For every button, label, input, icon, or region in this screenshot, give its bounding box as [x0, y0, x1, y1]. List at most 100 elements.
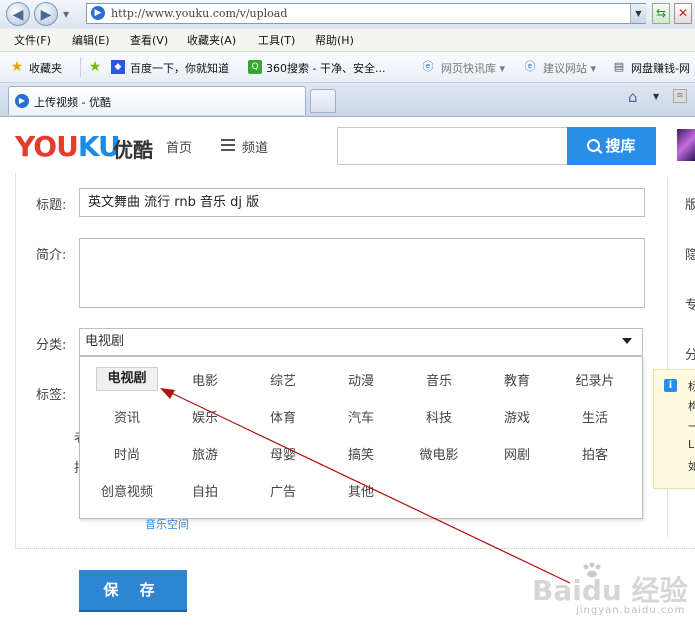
tab-bar: ▶ 上传视频 - 优酷 ⌂ ▼ ≋ — [0, 83, 695, 117]
search-icon — [587, 139, 601, 152]
category-option[interactable]: 音乐 — [404, 370, 474, 389]
search-input[interactable] — [337, 127, 567, 165]
save-button[interactable]: 保 存 — [79, 570, 187, 610]
add-favorite-icon[interactable]: ★ — [88, 60, 102, 74]
address-toolbar: ◀ ▶ ▼ ▶ http://www.youku.com/v/upload ▼ … — [0, 0, 695, 28]
menu-edit[interactable]: 编辑(E) — [72, 32, 110, 48]
youku-favicon-icon: ▶ — [91, 6, 105, 20]
back-button[interactable]: ◀ — [6, 2, 30, 26]
category-option[interactable]: 教育 — [482, 370, 552, 389]
logo-chinese: 优酷 — [113, 138, 153, 162]
category-option[interactable]: 生活 — [560, 407, 630, 426]
tab-upload-video[interactable]: ▶ 上传视频 - 优酷 — [8, 86, 306, 115]
baidu-paw-icon: ◆ — [111, 60, 125, 74]
360-search-icon: Q — [248, 60, 262, 74]
category-option[interactable]: 广告 — [248, 481, 318, 500]
youku-tab-icon: ▶ — [15, 94, 29, 108]
browser-chrome: ◀ ▶ ▼ ▶ http://www.youku.com/v/upload ▼ … — [0, 0, 695, 117]
logo-you: YOU — [15, 130, 79, 163]
web-slice-icon: ⓔ — [422, 60, 434, 73]
favorites-button[interactable]: 收藏夹 — [29, 60, 62, 76]
category-option[interactable]: 科技 — [404, 407, 474, 426]
divider — [80, 57, 81, 77]
new-tab-button[interactable] — [310, 89, 336, 113]
tip-line: L — [688, 438, 695, 451]
favorite-360[interactable]: 360搜索 - 干净、安全... — [266, 60, 385, 76]
category-option[interactable]: 搞笑 — [326, 444, 396, 463]
description-label: 简介: — [36, 248, 67, 263]
dotted-divider — [17, 548, 695, 549]
info-tip-box: i 标 构 一 L 如 — [653, 369, 695, 489]
category-option[interactable]: 体育 — [248, 407, 318, 426]
youku-upload-page: YOUKU 优酷 首页 频道 搜库 标题: 英文舞曲 流行 rnb 音乐 dj … — [0, 117, 695, 641]
promo-image[interactable] — [677, 129, 695, 161]
category-select[interactable]: 电视剧 — [79, 328, 643, 356]
side-label: 隐 — [685, 248, 695, 263]
tags-label: 标签: — [36, 388, 67, 403]
home-icon[interactable]: ⌂ — [628, 88, 638, 106]
menu-file[interactable]: 文件(F) — [14, 32, 51, 48]
tip-line: 一 — [688, 420, 695, 433]
home-dropdown-icon[interactable]: ▼ — [653, 92, 659, 101]
tip-line: 如 — [688, 460, 695, 473]
favorite-netdisk[interactable]: 网盘赚钱-网 — [631, 60, 690, 76]
category-option[interactable]: 动漫 — [326, 370, 396, 389]
info-icon: i — [664, 379, 677, 392]
refresh-button[interactable]: ⇆ — [652, 3, 670, 24]
favorite-baidu[interactable]: 百度一下，你就知道 — [130, 60, 229, 76]
category-option[interactable]: 母婴 — [248, 444, 318, 463]
menu-help[interactable]: 帮助(H) — [315, 32, 354, 48]
favorites-bar: ★ 收藏夹 ★ ◆ 百度一下，你就知道 Q 360搜索 - 干净、安全... ⓔ… — [0, 52, 695, 83]
stop-button[interactable]: ✕ — [674, 3, 692, 24]
history-dropdown-icon[interactable]: ▼ — [63, 10, 69, 19]
category-option[interactable]: 自拍 — [170, 481, 240, 500]
page-icon: ▤ — [613, 60, 625, 73]
category-option[interactable]: 综艺 — [248, 370, 318, 389]
nav-channel-link[interactable]: 频道 — [242, 137, 268, 156]
favorite-suggested[interactable]: 建议网站 ▾ — [543, 60, 596, 76]
category-option[interactable]: 网剧 — [482, 444, 552, 463]
side-label: 版 — [685, 198, 695, 213]
category-option[interactable]: 其他 — [326, 481, 396, 500]
side-label: 专 — [685, 298, 695, 313]
category-option[interactable]: 娱乐 — [170, 407, 240, 426]
menu-view[interactable]: 查看(V) — [130, 32, 168, 48]
category-option[interactable]: 汽车 — [326, 407, 396, 426]
title-input[interactable]: 英文舞曲 流行 rnb 音乐 dj 版 — [79, 188, 645, 217]
category-option[interactable]: 创意视频 — [92, 481, 162, 500]
category-option[interactable]: 电影 — [170, 370, 240, 389]
address-text: http://www.youku.com/v/upload — [111, 7, 288, 20]
search-button[interactable]: 搜库 — [567, 127, 656, 165]
nav-home-link[interactable]: 首页 — [166, 137, 192, 156]
category-option[interactable]: 时尚 — [92, 444, 162, 463]
tip-line: 标 — [688, 380, 695, 393]
hamburger-menu-icon[interactable] — [221, 139, 235, 151]
forward-button[interactable]: ▶ — [34, 2, 58, 26]
category-label: 分类: — [36, 338, 67, 353]
category-option[interactable]: 纪录片 — [560, 370, 630, 389]
tab-title: 上传视频 - 优酷 — [34, 96, 111, 109]
tip-line: 构 — [688, 400, 695, 413]
side-label: 分 — [685, 348, 695, 363]
address-dropdown-icon[interactable]: ▼ — [630, 4, 646, 23]
baidu-watermark: Baidu 经验 — [532, 574, 688, 607]
suggested-sites-icon: ⓔ — [524, 60, 536, 73]
menu-bar: 文件(F) 编辑(E) 查看(V) 收藏夹(A) 工具(T) 帮助(H) — [0, 29, 695, 52]
chevron-down-icon[interactable] — [622, 338, 632, 344]
category-option[interactable]: 拍客 — [560, 444, 630, 463]
category-option[interactable]: 旅游 — [170, 444, 240, 463]
menu-tools[interactable]: 工具(T) — [258, 32, 295, 48]
favorite-webslice[interactable]: 网页快讯库 ▾ — [441, 60, 505, 76]
category-option[interactable]: 资讯 — [92, 407, 162, 426]
description-textarea[interactable] — [79, 238, 645, 308]
baidu-watermark-url: jingyan.baidu.com — [576, 605, 686, 616]
youku-logo[interactable]: YOUKU — [15, 130, 121, 163]
menu-favorites[interactable]: 收藏夹(A) — [187, 32, 236, 48]
category-option-selected[interactable]: 电视剧 — [96, 367, 158, 391]
category-option[interactable]: 微电影 — [404, 444, 474, 463]
title-label: 标题: — [36, 198, 67, 213]
rss-feed-icon[interactable]: ≋ — [673, 89, 687, 103]
address-input[interactable]: ▶ http://www.youku.com/v/upload — [86, 3, 646, 24]
search-button-label: 搜库 — [605, 137, 636, 155]
category-option[interactable]: 游戏 — [482, 407, 552, 426]
